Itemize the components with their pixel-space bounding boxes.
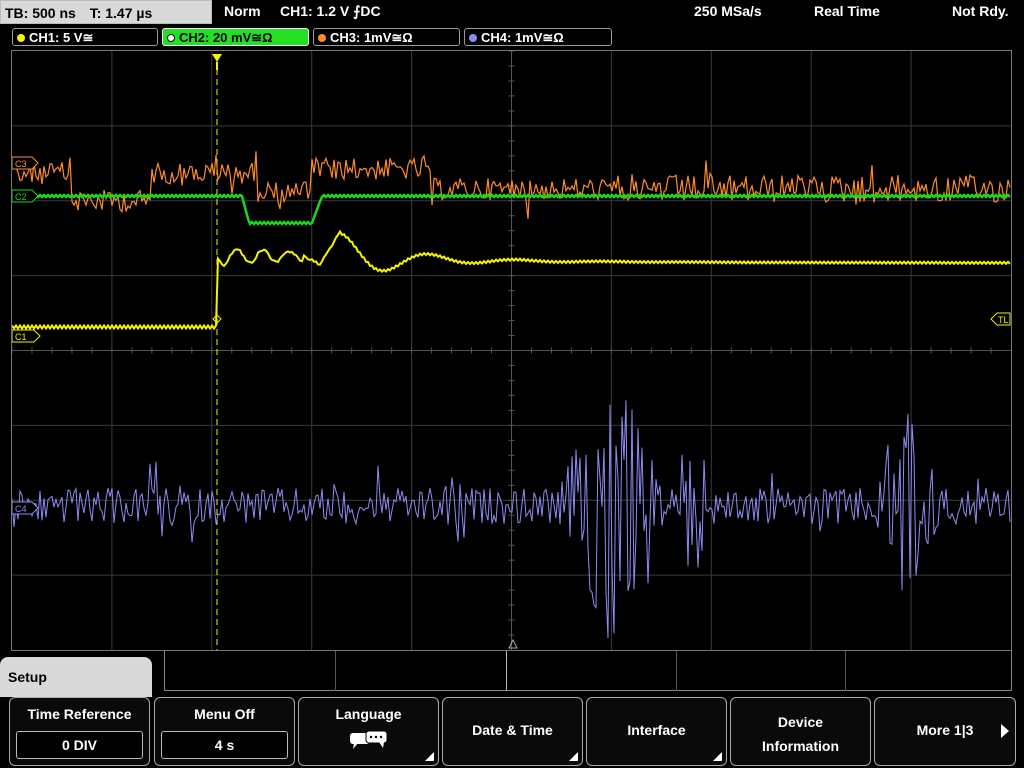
language-button[interactable]: Language	[298, 697, 439, 766]
trigger-position-line	[212, 54, 222, 650]
channel-4-tab[interactable]: CH4: 1mV≅Ω	[464, 28, 612, 46]
menu-title-tab: Setup	[0, 657, 152, 699]
more-button[interactable]: More 1|3	[874, 697, 1016, 766]
acquisition-mode: Real Time	[814, 3, 880, 19]
channel-2-dot-icon	[167, 34, 175, 42]
submenu-indicator-icon	[569, 752, 578, 761]
menu-title: Setup	[8, 669, 47, 685]
trigger-level-label: TL	[998, 315, 1009, 325]
ready-status: Not Rdy.	[952, 3, 1009, 19]
channel-4-marker-label: C4	[15, 504, 27, 514]
interface-button[interactable]: Interface	[586, 697, 727, 766]
channel-bar: CH1: 5 V≅ CH2: 20 mV≅Ω CH3: 1mV≅Ω CH4: 1…	[0, 28, 1024, 48]
device-information-label-2: Information	[762, 738, 839, 754]
trigger-position-icon	[212, 54, 222, 62]
channel-3-dot-icon	[318, 34, 326, 42]
trigger-mode[interactable]: Norm	[224, 3, 261, 19]
menu-strip	[164, 651, 1012, 691]
channel-3-tab[interactable]: CH3: 1mV≅Ω	[313, 28, 460, 46]
timebase-box[interactable]: TB: 500 ns T: 1.47 µs	[0, 0, 212, 24]
device-information-label-1: Device	[777, 714, 824, 730]
time-reference-value: 0 DIV	[16, 731, 143, 759]
channel-2-tab[interactable]: CH2: 20 mV≅Ω	[162, 28, 309, 46]
waveform-display[interactable]: C3 C2 C1 C4 TL	[11, 50, 1012, 651]
trigger-level-marker[interactable]: TL	[990, 312, 1011, 326]
date-time-label: Date & Time	[472, 722, 553, 738]
trigger-source[interactable]: CH1: 1.2 V ⨍DC	[280, 3, 381, 20]
channel-3-label: CH3: 1mV≅Ω	[330, 30, 413, 45]
waveform-svg: C3 C2 C1 C4 TL	[11, 50, 1011, 650]
menu-off-button[interactable]: Menu Off 4 s	[154, 697, 295, 766]
status-bar: TB: 500 ns T: 1.47 µs Norm CH1: 1.2 V ⨍D…	[0, 0, 1024, 26]
trigger-time-readout: T: 1.47 µs	[89, 5, 153, 21]
time-reference-label: Time Reference	[27, 706, 132, 722]
timebase-readout: TB: 500 ns	[5, 5, 76, 21]
device-information-button[interactable]: Device Information	[730, 697, 871, 766]
channel-1-dot-icon	[17, 34, 25, 42]
channel-1-marker-label: C1	[15, 332, 27, 342]
channel-2-marker[interactable]: C2	[11, 189, 39, 203]
sample-rate: 250 MSa/s	[694, 3, 762, 19]
date-time-button[interactable]: Date & Time	[442, 697, 583, 766]
interface-label: Interface	[627, 722, 686, 738]
softkey-row: Time Reference 0 DIV Menu Off 4 s Langua…	[0, 697, 1024, 768]
language-label: Language	[335, 706, 402, 722]
horizontal-reference-icon	[508, 638, 518, 649]
channel-3-marker-label: C3	[15, 159, 27, 169]
menu-off-value: 4 s	[161, 731, 288, 759]
next-page-arrow-icon	[1001, 724, 1009, 738]
channel-1-label: CH1: 5 V≅	[29, 30, 94, 45]
channel-3-marker[interactable]: C3	[11, 156, 39, 170]
channel-4-marker[interactable]: C4	[11, 501, 39, 515]
channel-1-marker[interactable]: C1	[11, 329, 41, 343]
speech-bubbles-icon	[350, 730, 388, 749]
channel-2-label: CH2: 20 mV≅Ω	[179, 30, 273, 45]
time-reference-button[interactable]: Time Reference 0 DIV	[9, 697, 150, 766]
graticule	[11, 50, 1011, 650]
more-label: More 1|3	[916, 722, 974, 738]
channel-1-tab[interactable]: CH1: 5 V≅	[12, 28, 158, 46]
channel-4-dot-icon	[469, 34, 477, 42]
menu-off-label: Menu Off	[194, 706, 255, 722]
submenu-indicator-icon	[713, 752, 722, 761]
channel-2-marker-label: C2	[15, 192, 27, 202]
submenu-indicator-icon	[425, 752, 434, 761]
channel-4-label: CH4: 1mV≅Ω	[481, 30, 564, 45]
